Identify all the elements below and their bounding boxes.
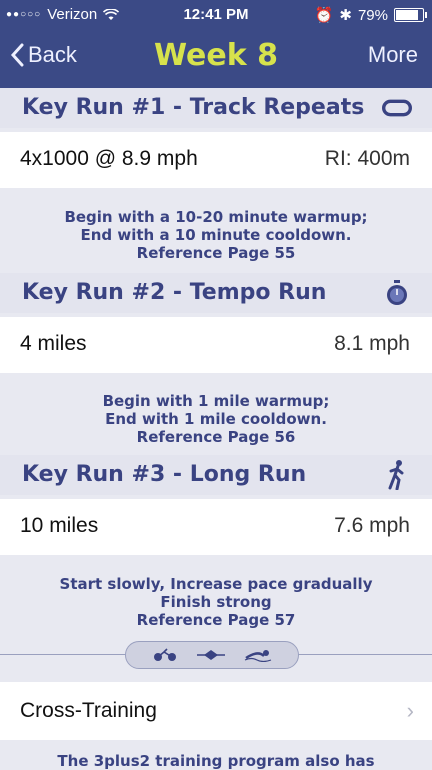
run-2-note-line-1: Begin with 1 mile warmup; [102, 392, 330, 410]
rowing-icon[interactable] [196, 648, 226, 662]
section-header-run-3: Key Run #3 - Long Run [0, 455, 432, 495]
chevron-right-icon: › [406, 698, 414, 723]
run-3-pace: 7.6 mph [334, 514, 410, 537]
bike-icon[interactable] [152, 648, 178, 662]
footer-note: The 3plus2 training program also has [57, 752, 375, 770]
run-3-distance: 10 miles [20, 514, 99, 537]
run-3-note-line-1: Start slowly, Increase pace gradually [59, 575, 373, 593]
section-header-run-1: Key Run #1 - Track Repeats [0, 88, 432, 128]
battery-icon [394, 8, 427, 22]
run-1-note-line-3: Reference Page 55 [136, 244, 296, 262]
run-1-rest-interval: RI: 400m [324, 147, 410, 170]
run-3-note: Start slowly, Increase pace gradually Fi… [0, 575, 432, 629]
cross-training-label: Cross-Training [20, 699, 157, 722]
stopwatch-icon [382, 279, 412, 307]
run-2-note: Begin with 1 mile warmup; End with 1 mil… [0, 392, 432, 446]
status-right: ⏰ ✱ 79% [314, 6, 427, 24]
battery-fill [396, 10, 419, 20]
navigation-bar: Back Week 8 More [0, 30, 432, 88]
runner-icon [382, 460, 412, 490]
run-1-title: Key Run #1 - Track Repeats [22, 95, 365, 120]
bluetooth-icon: ✱ [339, 7, 352, 24]
run-1-note-line-2: End with a 10 minute cooldown. [80, 226, 352, 244]
swim-icon[interactable] [244, 648, 272, 662]
battery-percent: 79% [357, 6, 388, 24]
more-button[interactable]: More [368, 42, 418, 68]
run-1-workout: 4x1000 @ 8.9 mph [20, 147, 198, 170]
status-bar: ●●○○○ Verizon 12:41 PM ⏰ ✱ 79% [0, 0, 432, 30]
run-2-pace: 8.1 mph [334, 332, 410, 355]
run-3-note-line-2: Finish strong [160, 593, 272, 611]
run-2-detail-row: 4 miles 8.1 mph [0, 317, 432, 373]
track-icon [382, 94, 412, 122]
run-1-note: Begin with a 10-20 minute warmup; End wi… [0, 208, 432, 262]
activity-switcher[interactable] [125, 641, 299, 669]
run-3-title: Key Run #3 - Long Run [22, 462, 307, 487]
run-2-distance: 4 miles [20, 332, 87, 355]
run-2-note-line-2: End with 1 mile cooldown. [105, 410, 327, 428]
run-3-note-line-3: Reference Page 57 [136, 611, 296, 629]
run-2-title: Key Run #2 - Tempo Run [22, 280, 327, 305]
cross-training-row[interactable]: Cross-Training › [0, 682, 432, 740]
run-2-note-line-3: Reference Page 56 [136, 428, 296, 446]
run-1-detail-row: 4x1000 @ 8.9 mph RI: 400m [0, 132, 432, 188]
alarm-icon: ⏰ [314, 7, 334, 24]
run-3-detail-row: 10 miles 7.6 mph [0, 499, 432, 555]
section-header-run-2: Key Run #2 - Tempo Run [0, 273, 432, 313]
run-1-note-line-1: Begin with a 10-20 minute warmup; [64, 208, 368, 226]
